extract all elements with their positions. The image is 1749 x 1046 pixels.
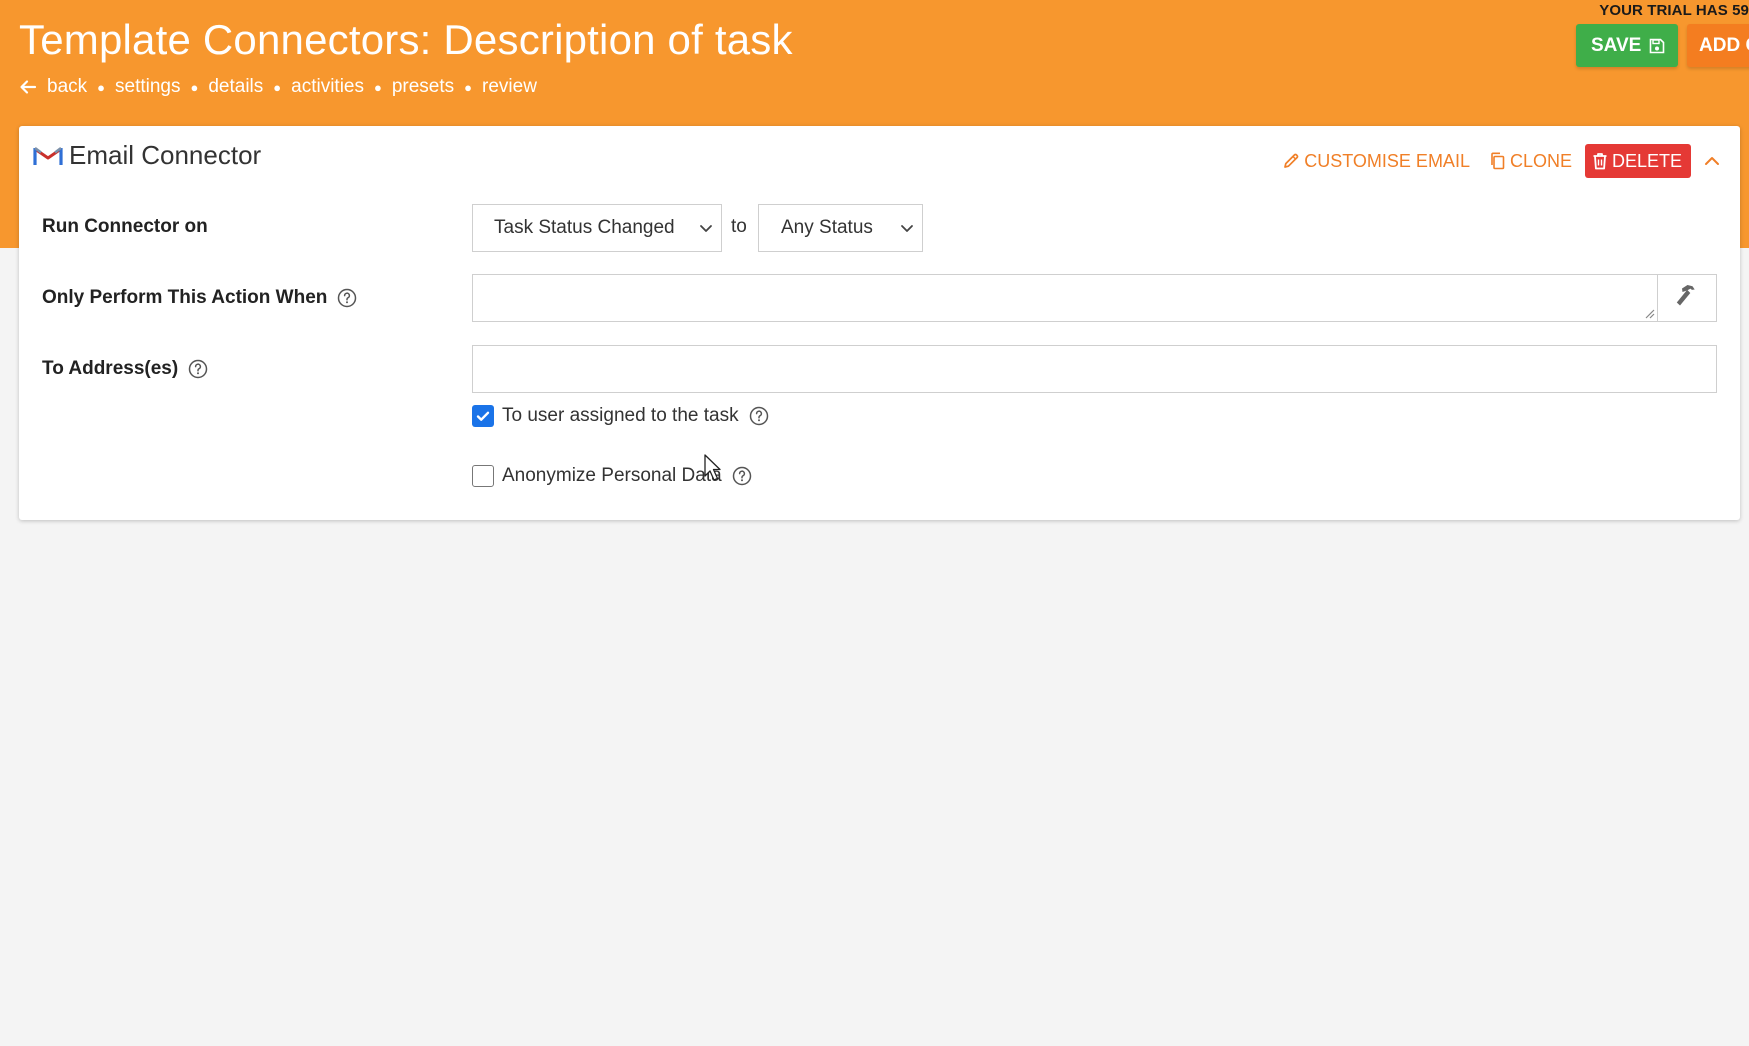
nav-details-link[interactable]: details: [208, 76, 263, 98]
question-circle-icon[interactable]: [188, 359, 208, 379]
connector-header: Email Connector: [33, 140, 261, 171]
condition-label: Only Perform This Action When: [42, 287, 357, 309]
condition-builder-button[interactable]: [1658, 274, 1717, 322]
delete-label: DELETE: [1611, 150, 1682, 171]
nav-separator: ●: [464, 79, 473, 95]
to-address-field[interactable]: [472, 345, 1717, 393]
nav-separator: ●: [373, 79, 382, 95]
chevron-down-icon: [697, 219, 715, 237]
pencil-icon: [1282, 152, 1300, 170]
customise-email-button[interactable]: CUSTOMISE EMAIL: [1282, 151, 1470, 172]
trigger-select-value: Task Status Changed: [494, 217, 675, 238]
customise-email-label: CUSTOMISE EMAIL: [1304, 150, 1470, 171]
trial-banner: YOUR TRIAL HAS 59: [1599, 2, 1749, 19]
assigned-user-option: To user assigned to the task: [472, 405, 769, 427]
nav-presets-link[interactable]: presets: [392, 76, 454, 98]
question-circle-icon[interactable]: [749, 406, 769, 426]
chevron-down-icon: [898, 219, 916, 237]
mouse-pointer-icon: [704, 454, 722, 487]
breadcrumb-nav: back ● settings ● details ● activities ●…: [19, 76, 537, 98]
trigger-select[interactable]: Task Status Changed: [472, 204, 722, 252]
to-address-label-text: To Address(es): [42, 358, 179, 379]
hammer-icon: [1673, 283, 1701, 314]
nav-review-link[interactable]: review: [482, 76, 537, 98]
assigned-user-checkbox[interactable]: [472, 405, 494, 427]
nav-separator: ●: [97, 79, 105, 95]
clone-button[interactable]: CLONE: [1489, 151, 1572, 172]
condition-label-text: Only Perform This Action When: [42, 287, 328, 308]
clone-label: CLONE: [1509, 150, 1572, 171]
assigned-user-label: To user assigned to the task: [502, 405, 739, 426]
question-circle-icon[interactable]: [732, 466, 752, 486]
add-button-label: ADD C: [1699, 34, 1749, 56]
delete-button[interactable]: DELETE: [1584, 144, 1691, 178]
run-on-label: Run Connector on: [42, 216, 208, 238]
nav-separator: ●: [190, 79, 199, 95]
gmail-icon: [33, 145, 63, 167]
to-address-label: To Address(es): [42, 358, 208, 380]
question-circle-icon[interactable]: [337, 288, 357, 308]
connector-actions: CUSTOMISE EMAIL CLONE DELETE: [1282, 144, 1720, 178]
status-select-value: Any Status: [781, 217, 873, 238]
anonymize-checkbox[interactable]: [472, 465, 494, 487]
copy-icon: [1489, 152, 1506, 170]
nav-separator: ●: [273, 79, 282, 95]
status-select[interactable]: Any Status: [758, 204, 923, 252]
save-button[interactable]: SAVE: [1576, 24, 1678, 67]
save-button-label: SAVE: [1591, 34, 1642, 56]
run-on-label-text: Run Connector on: [42, 216, 208, 237]
email-connector-card: Email Connector CUSTOMISE EMAIL CLONE DE…: [19, 126, 1740, 520]
floppy-disk-icon: [1649, 38, 1665, 54]
condition-field[interactable]: [472, 274, 1658, 322]
resize-handle[interactable]: [1643, 307, 1655, 319]
page-title: Template Connectors: Description of task: [19, 16, 793, 63]
add-button[interactable]: ADD C: [1687, 24, 1749, 67]
arrow-left-icon[interactable]: [19, 78, 37, 96]
nav-back-link[interactable]: back: [47, 76, 87, 98]
trash-icon: [1592, 152, 1608, 170]
nav-activities-link[interactable]: activities: [291, 76, 364, 98]
nav-settings-link[interactable]: settings: [115, 76, 180, 98]
chevron-up-icon[interactable]: [1704, 155, 1720, 167]
connector-title: Email Connector: [69, 140, 262, 170]
to-text: to: [731, 216, 747, 237]
anonymize-label: Anonymize Personal Data: [502, 465, 722, 486]
